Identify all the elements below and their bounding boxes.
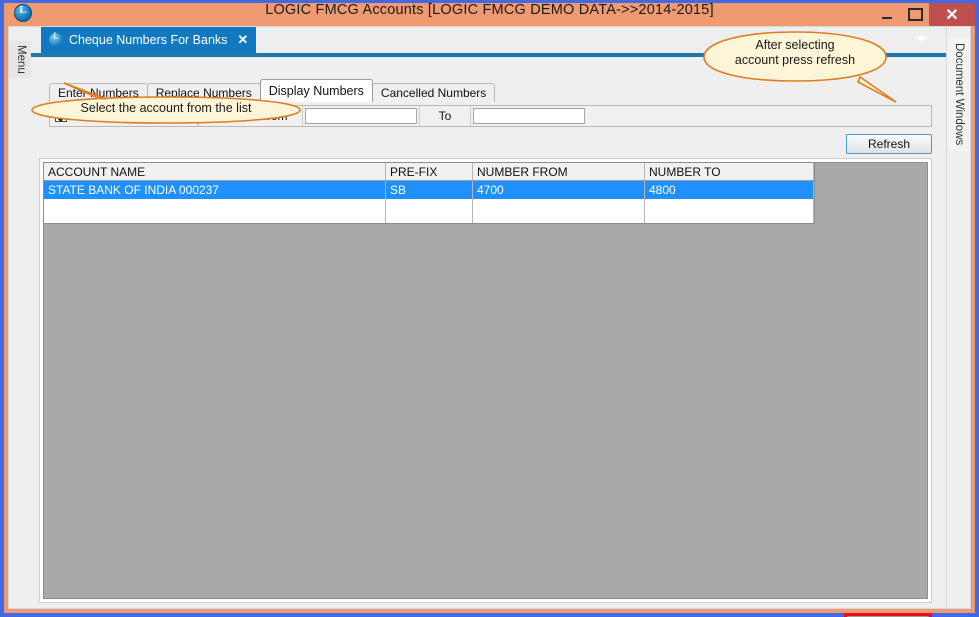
filter-toolbar: Account Selection Number From To [49,105,932,127]
cell-account-name: STATE BANK OF INDIA 000237 [44,181,386,199]
cell-empty-pre-fix [386,199,473,223]
document-windows-dock-button[interactable]: Document Windows [949,37,969,152]
table-row[interactable]: STATE BANK OF INDIA 000237 SB 4700 4800 [44,181,814,199]
content-panel: Enter Numbers Replace Numbers Display Nu… [31,57,946,617]
title-bar: LOGIC FMCG Accounts [LOGIC FMCG DEMO DAT… [4,0,975,26]
tab-replace-numbers[interactable]: Replace Numbers [146,83,261,102]
document-tab-cheque-numbers-for-banks[interactable]: Cheque Numbers For Banks ✕ [41,27,257,53]
close-button-highlight: Close [844,613,932,617]
application-window: LOGIC FMCG Accounts [LOGIC FMCG DEMO DAT… [0,0,979,617]
number-from-label: Number From [198,106,303,126]
column-header-account-name[interactable]: ACCOUNT NAME [44,163,386,180]
tab-display-numbers[interactable]: Display Numbers [259,79,373,102]
left-dock-strip: Menu [9,27,31,608]
window-frame: LOGIC FMCG Accounts [LOGIC FMCG DEMO DAT… [4,0,975,617]
column-header-number-to[interactable]: NUMBER TO [645,163,814,180]
column-header-pre-fix[interactable]: PRE-FIX [386,163,473,180]
cell-number-to: 4800 [645,181,814,199]
cell-empty-account-name [44,199,386,223]
account-selection-checkbox-cell[interactable]: Account Selection [50,106,198,126]
cell-number-from: 4700 [473,181,645,199]
minimize-button[interactable] [873,3,901,26]
results-panel-background: ACCOUNT NAME PRE-FIX NUMBER FROM NUMBER … [43,162,928,599]
grid-header-row: ACCOUNT NAME PRE-FIX NUMBER FROM NUMBER … [44,163,814,181]
results-panel: ACCOUNT NAME PRE-FIX NUMBER FROM NUMBER … [39,158,932,603]
cell-pre-fix: SB [386,181,473,199]
refresh-button[interactable]: Refresh [846,134,932,154]
document-tab-label: Cheque Numbers For Banks [69,33,228,47]
toolbar-spacer [587,106,931,126]
number-to-input[interactable] [473,108,585,124]
maximize-button[interactable] [901,3,929,26]
right-dock-strip: Document Windows [946,27,970,608]
tab-bar: Enter Numbers Replace Numbers Display Nu… [49,79,496,102]
window-title: LOGIC FMCG Accounts [LOGIC FMCG DEMO DAT… [265,2,714,18]
document-tab-strip: Cheque Numbers For Banks ✕ [31,27,946,53]
number-from-input[interactable] [305,108,417,124]
chevron-down-icon[interactable] [916,36,928,42]
cell-empty-number-from [473,199,645,223]
window-body: Menu Document Windows Cheque Numbers For… [8,26,971,617]
number-to-label: To [419,106,471,126]
menu-dock-button[interactable]: Menu [9,41,31,78]
grid-empty-row[interactable] [44,199,814,223]
account-selection-checkbox[interactable] [55,110,67,122]
account-selection-label: Account Selection [73,109,170,123]
cheque-numbers-grid[interactable]: ACCOUNT NAME PRE-FIX NUMBER FROM NUMBER … [44,163,815,224]
tab-enter-numbers[interactable]: Enter Numbers [49,83,148,102]
tab-cancelled-numbers[interactable]: Cancelled Numbers [371,83,496,102]
close-window-button[interactable]: ✕ [929,3,975,26]
close-icon[interactable]: ✕ [237,32,248,48]
column-header-number-from[interactable]: NUMBER FROM [473,163,645,180]
window-controls: ✕ [873,3,975,26]
logic-logo-icon [49,31,63,47]
cell-empty-number-to [645,199,814,223]
